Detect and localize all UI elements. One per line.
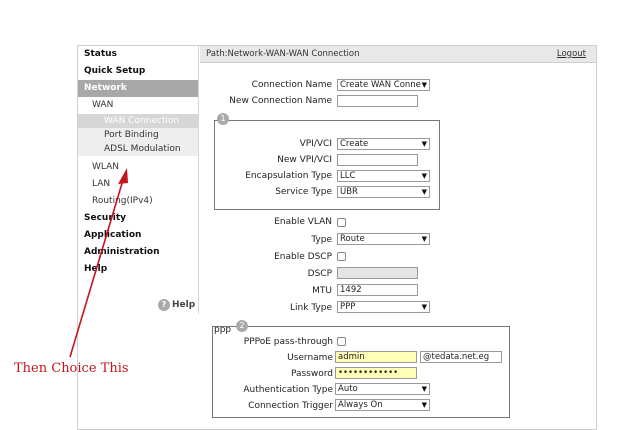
dropdown-arrow-icon: ▼ — [421, 235, 427, 243]
ppp-section-title: ppp — [214, 325, 232, 335]
vpi-vci-label: VPI/VCI — [299, 139, 332, 149]
enable-dscp-checkbox[interactable] — [337, 252, 346, 261]
sidebar-nav: Status Quick Setup Network WAN WAN Conne… — [78, 46, 199, 314]
mtu-label: MTU — [312, 286, 332, 296]
sidebar-item-adsl-modulation[interactable]: ADSL Modulation — [78, 142, 198, 156]
section-1-badge: 1 — [217, 113, 229, 125]
enable-vlan-checkbox[interactable] — [337, 218, 346, 227]
sidebar-item-help[interactable]: Help — [78, 261, 198, 278]
connection-name-label: Connection Name — [251, 80, 332, 90]
connection-trigger-label: Connection Trigger — [248, 401, 333, 411]
dscp-label: DSCP — [307, 269, 332, 279]
mtu-input[interactable]: 1492 — [337, 284, 418, 296]
connection-trigger-value: Always On — [338, 400, 383, 410]
authentication-type-label: Authentication Type — [243, 385, 333, 395]
pppoe-passthrough-checkbox[interactable] — [337, 337, 346, 346]
connection-name-select[interactable]: Create WAN Conne ▼ — [337, 79, 430, 91]
username-label: Username — [287, 353, 333, 363]
password-input[interactable]: •••••••••••• — [335, 367, 417, 379]
new-vpi-vci-input[interactable] — [337, 154, 418, 166]
dropdown-arrow-icon: ▼ — [421, 140, 427, 148]
dropdown-arrow-icon: ▼ — [421, 81, 427, 89]
sidebar-item-quick-setup[interactable]: Quick Setup — [78, 63, 198, 80]
dropdown-arrow-icon: ▼ — [421, 385, 427, 393]
sidebar-item-wan[interactable]: WAN — [78, 97, 198, 114]
connection-trigger-select[interactable]: Always On ▼ — [335, 399, 430, 411]
password-label: Password — [290, 369, 333, 379]
encapsulation-type-value: LLC — [340, 171, 356, 181]
help-link[interactable]: ? Help — [158, 299, 195, 311]
type-label: Type — [311, 235, 332, 245]
dropdown-arrow-icon: ▼ — [421, 303, 427, 311]
service-type-select[interactable]: UBR ▼ — [337, 186, 430, 198]
sidebar-item-lan[interactable]: LAN — [78, 176, 198, 193]
connection-name-value: Create WAN Conne — [340, 80, 421, 90]
sidebar-item-routing[interactable]: Routing(IPv4) — [78, 193, 198, 210]
link-type-value: PPP — [340, 302, 356, 312]
enable-vlan-label: Enable VLAN — [274, 217, 332, 227]
service-type-label: Service Type — [275, 187, 332, 197]
sidebar-item-port-binding[interactable]: Port Binding — [78, 128, 198, 142]
logout-link[interactable]: Logout — [557, 49, 586, 59]
breadcrumb: Path:Network-WAN-WAN Connection — [206, 49, 360, 59]
sidebar-item-wan-connection[interactable]: WAN Connection — [78, 114, 198, 128]
dropdown-arrow-icon: ▼ — [421, 188, 427, 196]
new-connection-name-input[interactable] — [337, 95, 418, 107]
authentication-type-value: Auto — [338, 384, 358, 394]
help-icon: ? — [158, 299, 170, 311]
help-label: Help — [172, 300, 196, 310]
new-vpi-vci-label: New VPI/VCI — [277, 155, 332, 165]
link-type-select[interactable]: PPP ▼ — [337, 301, 430, 313]
link-type-label: Link Type — [290, 303, 332, 313]
new-connection-name-label: New Connection Name — [229, 96, 332, 106]
pppoe-passthrough-label: PPPoE pass-through — [243, 337, 333, 347]
sidebar-item-network[interactable]: Network — [78, 80, 198, 97]
section-2-badge: 2 — [236, 320, 248, 332]
type-value: Route — [340, 234, 365, 244]
sidebar-item-administration[interactable]: Administration — [78, 244, 198, 261]
dscp-input[interactable] — [337, 267, 418, 279]
authentication-type-select[interactable]: Auto ▼ — [335, 383, 430, 395]
encapsulation-type-select[interactable]: LLC ▼ — [337, 170, 430, 182]
username-domain-suffix: @tedata.net.eg — [420, 351, 502, 363]
username-input[interactable]: admin — [335, 351, 417, 363]
vpi-vci-value: Create — [340, 139, 369, 149]
sidebar-item-security[interactable]: Security — [78, 210, 198, 227]
dropdown-arrow-icon: ▼ — [421, 172, 427, 180]
vpi-vci-select[interactable]: Create ▼ — [337, 138, 430, 150]
encapsulation-type-label: Encapsulation Type — [245, 171, 332, 181]
sidebar-item-application[interactable]: Application — [78, 227, 198, 244]
path-bar: Path:Network-WAN-WAN Connection Logout — [200, 46, 596, 63]
sidebar-item-status[interactable]: Status — [78, 46, 198, 63]
annotation-text: Then Choice This — [14, 361, 129, 376]
service-type-value: UBR — [340, 187, 358, 197]
dropdown-arrow-icon: ▼ — [421, 401, 427, 409]
enable-dscp-label: Enable DSCP — [274, 252, 332, 262]
sidebar-item-wlan[interactable]: WLAN — [78, 159, 198, 176]
type-select[interactable]: Route ▼ — [337, 233, 430, 245]
